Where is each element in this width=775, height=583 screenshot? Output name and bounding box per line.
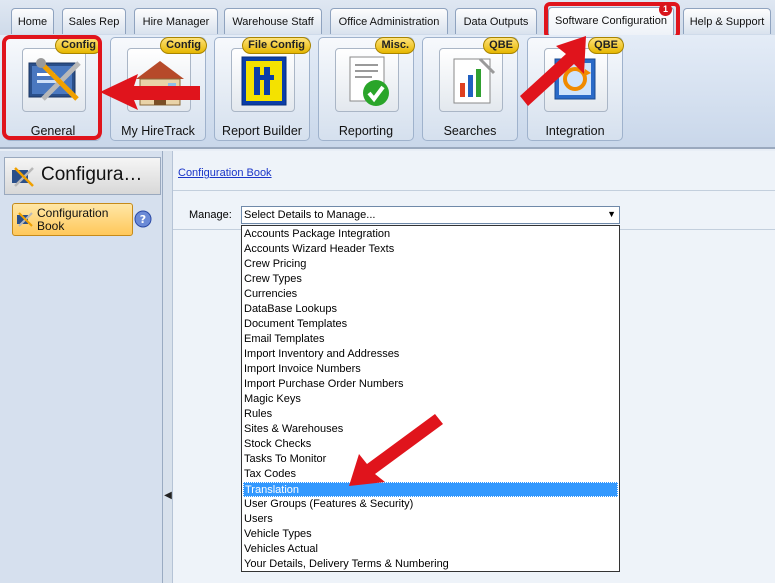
manage-options-list[interactable]: Accounts Package Integration Accounts Wiz… xyxy=(241,225,620,572)
config-tools-icon xyxy=(12,167,34,187)
left-navigation-pane: Configura… Configuration Book ? xyxy=(0,151,163,583)
list-item[interactable]: Import Invoice Numbers xyxy=(243,362,618,377)
tab-label: Office Administration xyxy=(338,16,440,28)
red-arrow-general-icon xyxy=(100,74,200,110)
manage-select[interactable]: Select Details to Manage... ▼ xyxy=(241,206,620,224)
list-item[interactable]: Vehicle Types xyxy=(243,527,618,542)
misc-tag: Misc. xyxy=(375,37,415,54)
tab-label: Home xyxy=(17,16,48,28)
manage-select-value: Select Details to Manage... xyxy=(244,209,376,221)
list-item[interactable]: User Groups (Features & Security) xyxy=(243,497,618,512)
collapse-pane-icon[interactable]: ◀ xyxy=(163,490,173,501)
tab-label: Warehouse Staff xyxy=(232,16,314,28)
tab-label: Help & Support xyxy=(689,16,765,28)
breadcrumb-divider xyxy=(173,190,775,191)
list-item[interactable]: Email Templates xyxy=(243,332,618,347)
tab-data-outputs[interactable]: Data Outputs xyxy=(455,8,537,34)
list-item[interactable]: Accounts Wizard Header Texts xyxy=(243,242,618,257)
list-item[interactable]: Document Templates xyxy=(243,317,618,332)
reporting-label: Reporting xyxy=(338,124,394,138)
list-item[interactable]: Crew Pricing xyxy=(243,257,618,272)
my-hiretrack-label: My HireTrack xyxy=(121,124,195,138)
manage-label: Manage: xyxy=(189,209,232,221)
notification-badge: 1 xyxy=(659,3,672,16)
red-arrow-translation-icon xyxy=(349,414,443,486)
list-item[interactable]: DataBase Lookups xyxy=(243,302,618,317)
list-item[interactable]: Import Inventory and Addresses xyxy=(243,347,618,362)
configuration-book-item[interactable]: Configuration Book xyxy=(12,203,133,236)
list-item[interactable]: Users xyxy=(243,512,618,527)
tab-home[interactable]: Home xyxy=(11,8,54,34)
left-pane-header: Configura… xyxy=(4,157,161,195)
search-chart-icon xyxy=(439,48,503,112)
left-pane-splitter[interactable] xyxy=(163,151,173,583)
tab-warehouse-staff[interactable]: Warehouse Staff xyxy=(224,8,322,34)
breadcrumb-configuration-book[interactable]: Configuration Book xyxy=(178,167,272,179)
searches-label: Searches xyxy=(443,124,497,138)
tab-label: Data Outputs xyxy=(463,16,529,28)
tab-hire-manager[interactable]: Hire Manager xyxy=(134,8,218,34)
report-builder-button[interactable]: Report Builder File Config xyxy=(214,37,311,141)
chevron-down-icon[interactable]: ▼ xyxy=(607,209,616,219)
reporting-button[interactable]: Reporting Misc. xyxy=(318,37,415,141)
tab-label: Sales Rep xyxy=(68,16,120,28)
list-item[interactable]: Vehicles Actual xyxy=(243,542,618,557)
configuration-book-label: Configuration Book xyxy=(37,206,109,233)
list-item[interactable]: Your Details, Delivery Terms & Numbering xyxy=(243,557,618,572)
svg-text:?: ? xyxy=(140,213,146,226)
config-tools-icon xyxy=(17,212,33,227)
list-item[interactable]: Currencies xyxy=(243,287,618,302)
list-item[interactable]: Accounts Package Integration xyxy=(243,227,618,242)
qbe-tag: QBE xyxy=(483,37,519,54)
searches-button[interactable]: Searches QBE xyxy=(422,37,519,141)
tab-label: Hire Manager xyxy=(142,16,210,28)
report-builder-label: Report Builder xyxy=(222,124,302,138)
integration-label: Integration xyxy=(545,124,605,138)
left-pane-title: Configura… xyxy=(41,164,143,185)
list-item[interactable]: Magic Keys xyxy=(243,392,618,407)
list-item[interactable]: Import Purchase Order Numbers xyxy=(243,377,618,392)
general-highlight xyxy=(2,35,102,140)
red-arrow-config-tab-icon xyxy=(520,36,586,106)
help-icon[interactable]: ? xyxy=(134,209,152,229)
report-builder-icon xyxy=(231,48,295,112)
list-item[interactable]: Crew Types xyxy=(243,272,618,287)
report-checkmark-icon xyxy=(335,48,399,112)
tab-office-administration[interactable]: Office Administration xyxy=(330,8,448,34)
file-config-tag: File Config xyxy=(242,37,311,54)
tab-sales-rep[interactable]: Sales Rep xyxy=(62,8,126,34)
tab-help-support[interactable]: Help & Support xyxy=(683,8,771,34)
config-tag: Config xyxy=(160,37,207,54)
